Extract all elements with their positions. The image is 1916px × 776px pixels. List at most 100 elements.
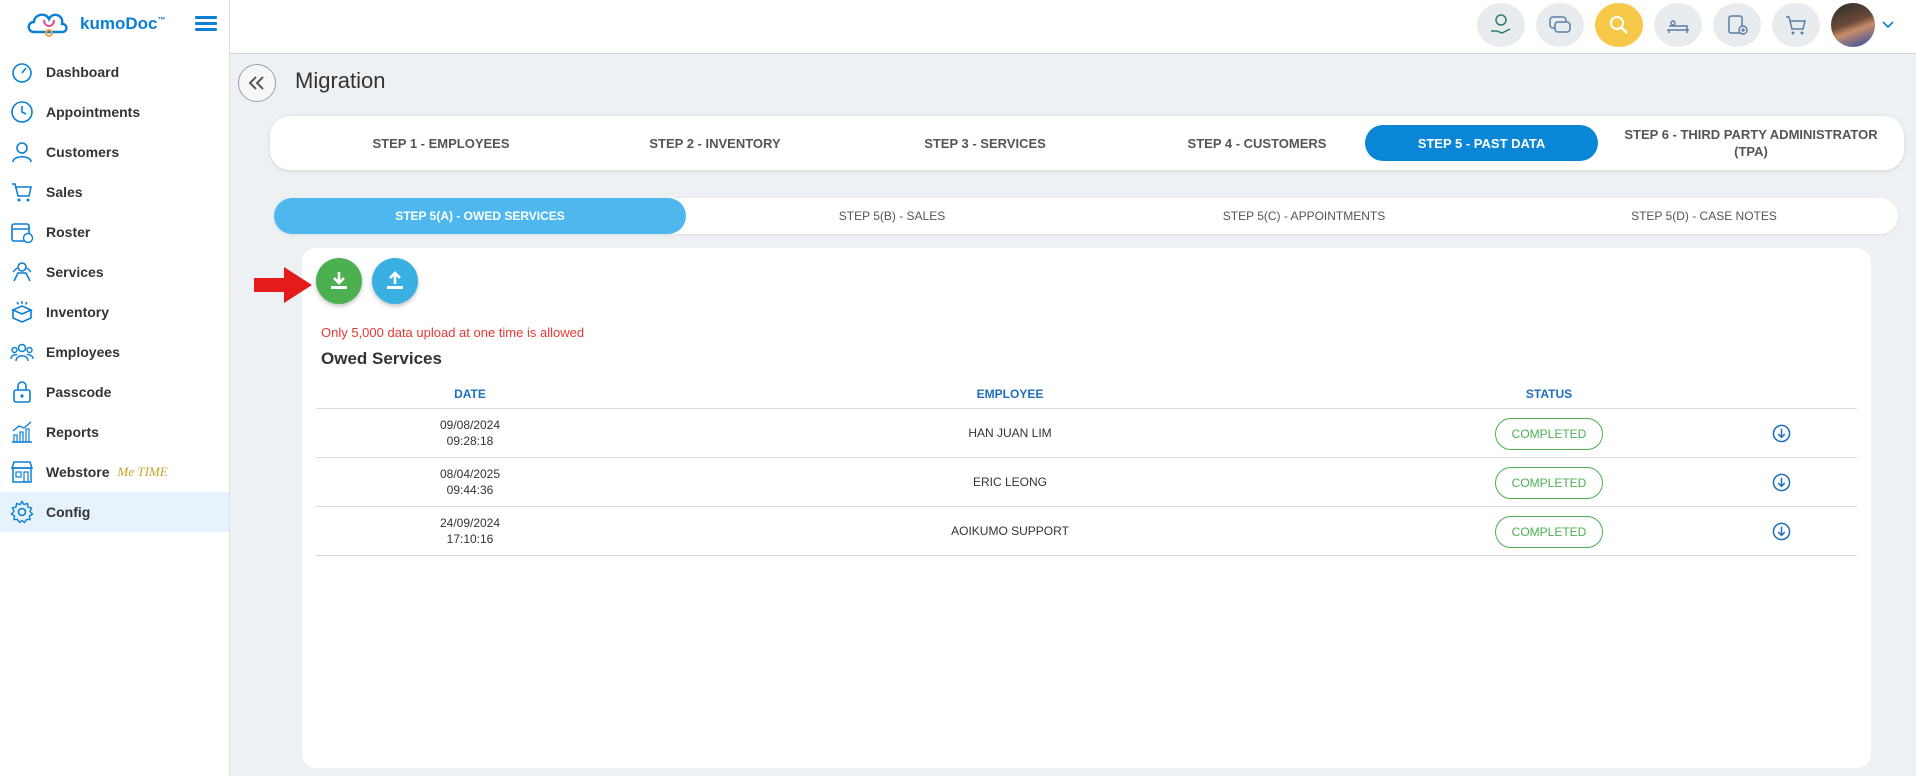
- sidebar-item-services[interactable]: Services: [0, 252, 229, 292]
- owed-services-table: DATE EMPLOYEE STATUS 09/08/2024 09:28:18…: [316, 380, 1857, 556]
- migration-steps: STEP 1 - EMPLOYEES STEP 2 - INVENTORY ST…: [270, 116, 1904, 170]
- box-icon: [10, 300, 34, 324]
- tab-step-2-inventory[interactable]: STEP 2 - INVENTORY: [584, 116, 846, 170]
- page-title: Migration: [295, 68, 386, 93]
- top-icons: [1477, 3, 1896, 47]
- sidebar-nav: Dashboard Appointments Customers Sales R…: [0, 52, 229, 532]
- menu-toggle-icon[interactable]: [195, 16, 217, 32]
- tab-step-1-employees[interactable]: STEP 1 - EMPLOYEES: [310, 116, 572, 170]
- column-header-date[interactable]: DATE: [454, 387, 486, 401]
- tab-step-5c-appointments[interactable]: STEP 5(C) - APPOINTMENTS: [1098, 198, 1510, 234]
- sidebar-item-label: Employees: [46, 344, 120, 360]
- tab-step-5d-case-notes[interactable]: STEP 5(D) - CASE NOTES: [1510, 198, 1898, 234]
- employee-cell: HAN JUAN LIM: [968, 426, 1052, 440]
- brand-logo[interactable]: kumoDoc™: [24, 4, 165, 44]
- sidebar-item-passcode[interactable]: Passcode: [0, 372, 229, 412]
- section-title: Owed Services: [321, 349, 442, 368]
- sidebar-item-employees[interactable]: Employees: [0, 332, 229, 372]
- sidebar-item-customers[interactable]: Customers: [0, 132, 229, 172]
- chart-icon: [10, 420, 34, 444]
- sidebar-item-label: Passcode: [46, 384, 112, 400]
- sidebar-item-appointments[interactable]: Appointments: [0, 92, 229, 132]
- download-circle-icon[interactable]: [1772, 473, 1791, 492]
- back-button[interactable]: [238, 64, 276, 102]
- sidebar-item-label: Sales: [46, 184, 83, 200]
- sidebar-item-label: Roster: [46, 224, 91, 240]
- sidebar-item-inventory[interactable]: Inventory: [0, 292, 229, 332]
- sidebar-item-dashboard[interactable]: Dashboard: [0, 52, 229, 92]
- column-header-status[interactable]: STATUS: [1526, 387, 1572, 401]
- tab-step-5b-sales[interactable]: STEP 5(B) - SALES: [686, 198, 1098, 234]
- date-cell: 24/09/2024 17:10:16: [440, 515, 500, 547]
- column-header-employee[interactable]: EMPLOYEE: [977, 387, 1044, 401]
- employee-cell: AOIKUMO SUPPORT: [951, 524, 1069, 538]
- tab-step-4-customers[interactable]: STEP 4 - CUSTOMERS: [1126, 116, 1388, 170]
- lock-icon: [10, 380, 34, 404]
- sidebar-item-label: Reports: [46, 424, 99, 440]
- avatar[interactable]: [1831, 3, 1875, 47]
- services-icon: [10, 260, 34, 284]
- tab-step-3-services[interactable]: STEP 3 - SERVICES: [854, 116, 1116, 170]
- sidebar-item-reports[interactable]: Reports: [0, 412, 229, 452]
- chevron-down-icon[interactable]: [1880, 17, 1896, 33]
- clock-icon: [10, 100, 34, 124]
- download-icon: [331, 272, 347, 289]
- sidebar-item-label: Config: [46, 504, 91, 520]
- status-badge: COMPLETED: [1495, 418, 1603, 450]
- download-circle-icon[interactable]: [1772, 424, 1791, 443]
- table-header: DATE EMPLOYEE STATUS: [316, 380, 1857, 409]
- sidebar-item-label: Webstore: [46, 464, 110, 480]
- top-bar: [230, 0, 1916, 54]
- tab-step-6-tpa[interactable]: STEP 6 - THIRD PARTY ADMINISTRATOR (TPA): [1616, 116, 1886, 170]
- time-value: 09:44:36: [446, 483, 494, 497]
- sidebar-item-label: Dashboard: [46, 64, 120, 80]
- sidebar: kumoDoc™ Dashboard Appointments Customer…: [0, 0, 230, 776]
- double-chevron-left-icon: [248, 76, 264, 90]
- sidebar-item-label: Inventory: [46, 304, 110, 320]
- team-icon: [10, 340, 34, 364]
- sidebar-item-webstore[interactable]: Webstore Me TIME: [0, 452, 229, 492]
- time-value: 17:10:16: [446, 532, 494, 546]
- date-value: 09/08/2024: [439, 418, 501, 432]
- sidebar-item-label: Appointments: [46, 104, 141, 120]
- brand-name: kumoDoc™: [80, 14, 166, 33]
- table-row: 24/09/2024 17:10:16 AOIKUMO SUPPORT COMP…: [316, 507, 1857, 556]
- upload-file-button[interactable]: [372, 258, 418, 304]
- cloud-stethoscope-icon: [27, 13, 68, 37]
- bed-icon[interactable]: [1654, 3, 1702, 47]
- status-badge: COMPLETED: [1495, 467, 1603, 499]
- tab-step-5a-owed-services[interactable]: STEP 5(A) - OWED SERVICES: [274, 198, 686, 234]
- red-arrow-icon: [254, 267, 312, 303]
- download-template-button[interactable]: [316, 258, 362, 304]
- user-icon: [10, 140, 34, 164]
- past-data-substeps: STEP 5(A) - OWED SERVICES STEP 5(B) - SA…: [274, 198, 1898, 234]
- search-person-icon[interactable]: [1595, 3, 1643, 47]
- calendar-clock-icon: [10, 220, 34, 244]
- date-value: 08/04/2025: [439, 467, 501, 481]
- table-row: 09/08/2024 09:28:18 HAN JUAN LIM COMPLET…: [316, 409, 1857, 458]
- date-cell: 09/08/2024 09:28:18: [440, 417, 500, 449]
- sidebar-item-roster[interactable]: Roster: [0, 212, 229, 252]
- me-time-logo: Me TIME: [117, 464, 168, 479]
- chat-icon[interactable]: [1536, 3, 1584, 47]
- time-value: 09:28:18: [446, 434, 494, 448]
- date-value: 24/09/2024: [439, 516, 501, 530]
- upload-icon: [387, 271, 403, 289]
- hand-money-icon[interactable]: [1477, 3, 1525, 47]
- sidebar-item-label: Customers: [46, 144, 120, 160]
- date-cell: 08/04/2025 09:44:36: [440, 466, 500, 498]
- cart-add-icon[interactable]: [1772, 3, 1820, 47]
- sidebar-item-config[interactable]: Config: [0, 492, 229, 532]
- store-icon: [10, 460, 34, 484]
- download-circle-icon[interactable]: [1772, 522, 1791, 541]
- tab-step-5-past-data[interactable]: STEP 5 - PAST DATA: [1365, 125, 1598, 161]
- gauge-icon: [10, 60, 34, 84]
- employee-cell: ERIC LEONG: [972, 475, 1048, 489]
- sidebar-item-sales[interactable]: Sales: [0, 172, 229, 212]
- table-row: 08/04/2025 09:44:36 ERIC LEONG COMPLETED: [316, 458, 1857, 507]
- status-badge: COMPLETED: [1495, 516, 1603, 548]
- clipboard-add-icon[interactable]: [1713, 3, 1761, 47]
- sidebar-item-label: Services: [46, 264, 104, 280]
- gear-icon: [10, 500, 34, 524]
- upload-limit-note: Only 5,000 data upload at one time is al…: [321, 325, 585, 340]
